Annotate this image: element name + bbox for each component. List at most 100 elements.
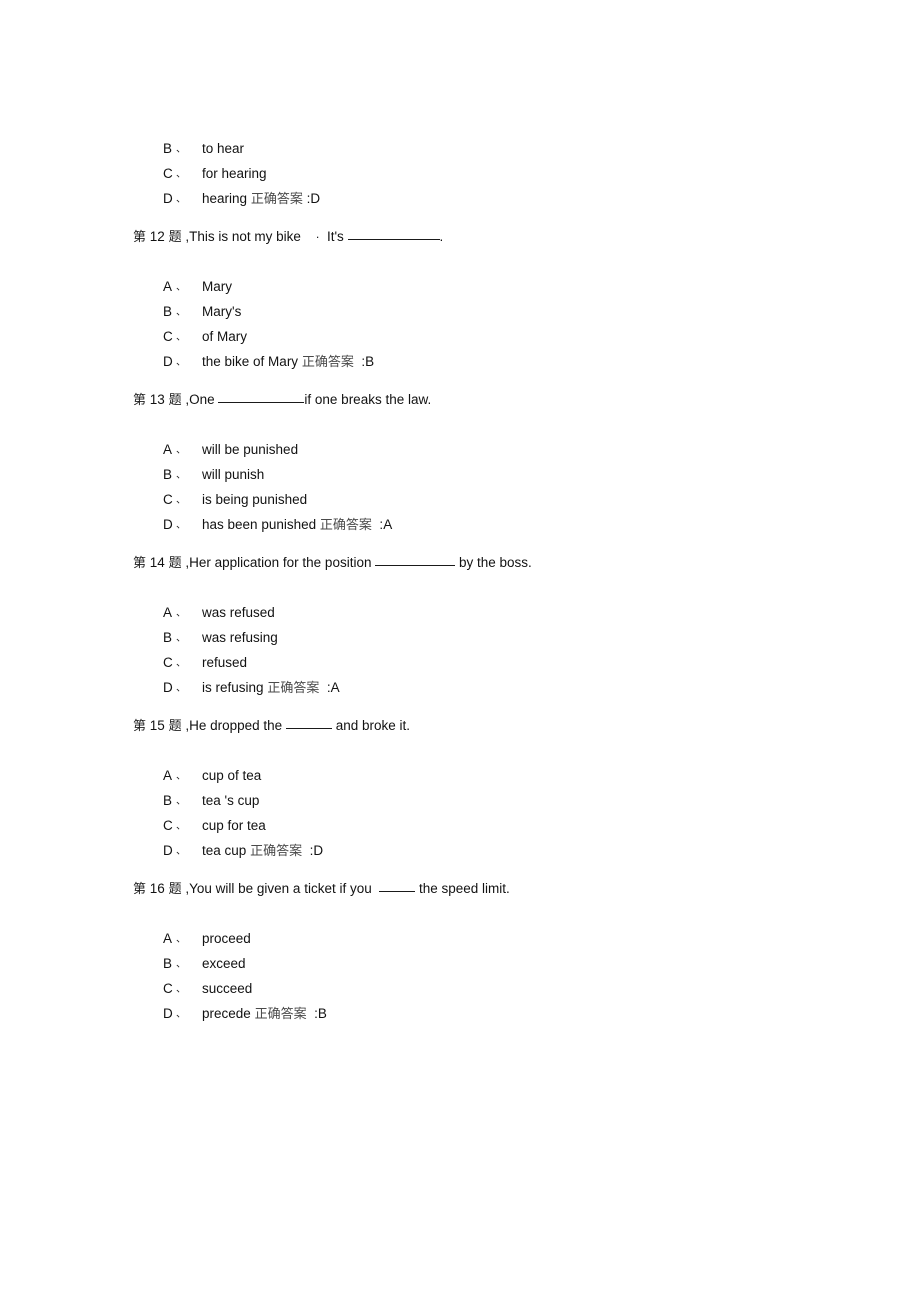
option-letter: B [163, 793, 173, 808]
question-prefix-label: 第 [133, 230, 147, 245]
option-text: cup of tea [202, 768, 262, 783]
option-letter: A [163, 442, 173, 457]
option-separator-mark: 、 [176, 658, 187, 669]
answer-blank [218, 402, 305, 403]
option-text: Mary's [202, 304, 242, 319]
option-text: cup for tea [202, 818, 266, 833]
answer-blank [285, 728, 332, 729]
answer-label: 正确答案 [267, 681, 320, 696]
option-separator-mark: 、 [176, 332, 187, 343]
option-letter: B [163, 304, 173, 319]
option-letter: B [163, 630, 173, 645]
option-text: will be punished [202, 442, 299, 457]
option-text: is refusing [202, 680, 264, 695]
question-number: 12 [149, 229, 165, 244]
option-row: B、 Mary's [133, 274, 833, 319]
option-separator-mark: 、 [176, 470, 187, 481]
option-separator-mark: 、 [176, 984, 187, 995]
option-letter: C [163, 492, 173, 507]
option-row: A、 cup of tea [133, 738, 833, 783]
option-text: exceed [202, 956, 246, 971]
question-prefix-label: 第 [133, 393, 147, 408]
option-text: Mary [202, 279, 233, 294]
question-prefix-label: 第 [133, 719, 147, 734]
option-letter: A [163, 768, 173, 783]
option-letter: A [163, 605, 173, 620]
answer-blank [375, 565, 456, 566]
option-row: A、 proceed [133, 901, 833, 946]
option-row: A、 was refused [133, 575, 833, 620]
option-row: A、 will be punished [133, 412, 833, 457]
option-letter: C [163, 329, 173, 344]
option-letter: C [163, 166, 173, 181]
option-separator-mark: 、 [176, 445, 187, 456]
option-letter: A [163, 931, 173, 946]
answer-label: 正确答案 [301, 355, 354, 370]
option-separator-mark: 、 [176, 495, 187, 506]
option-separator-mark: 、 [176, 169, 187, 180]
answer-label: 正确答案 [319, 518, 372, 533]
document-content: B、 to hear C、 for hearing D、 hearing 正确答案 :… [133, 111, 833, 1022]
option-text: hearing [202, 191, 248, 206]
answer-label: 正确答案 [254, 1007, 307, 1022]
option-text: for hearing [202, 166, 267, 181]
option-letter: B [163, 467, 173, 482]
option-text: of Mary [202, 329, 248, 344]
answer-value: :D [306, 191, 321, 206]
question-stem: 第 13 题 ,One if one breaks the law. [133, 387, 833, 412]
document-page: B、 to hear C、 for hearing D、 hearing 正确答案 :… [0, 0, 920, 1303]
option-separator-mark: 、 [176, 520, 187, 531]
question-block-13: 第 13 题 ,One if one breaks the law. A、 wil… [133, 387, 833, 533]
option-text: succeed [202, 981, 253, 996]
option-letter: C [163, 818, 173, 833]
question-suffix-label: 题 [168, 556, 182, 571]
question-number: 15 [149, 718, 165, 733]
answer-value: :D [309, 843, 324, 858]
continuation-options-block: B、 to hear C、 for hearing D、 hearing 正确答案 :… [133, 111, 833, 207]
answer-value: :B [314, 1006, 327, 1021]
answer-blank [347, 239, 440, 240]
option-letter: B [163, 956, 173, 971]
option-separator-mark: 、 [176, 608, 187, 619]
question-text-tail: and broke it. [331, 718, 410, 733]
option-separator-mark: 、 [176, 282, 187, 293]
option-text: refused [202, 655, 248, 670]
question-prefix-label: 第 [133, 556, 147, 571]
question-text-tail: the speed limit. [415, 881, 510, 896]
option-text: was refusing [202, 630, 278, 645]
option-separator-mark: 、 [176, 357, 187, 368]
answer-value: :A [379, 517, 393, 532]
option-letter: D [163, 1006, 173, 1021]
question-text: ,Her application for the position [185, 555, 372, 570]
option-text: tea 's cup [202, 793, 260, 808]
question-text: ,This is not my bike [185, 229, 301, 244]
question-text-tail: if one breaks the law. [304, 392, 432, 407]
option-separator-mark: 、 [176, 771, 187, 782]
option-letter: C [163, 655, 173, 670]
option-separator-mark: 、 [176, 846, 187, 857]
question-number: 14 [149, 555, 165, 570]
option-separator-mark: 、 [176, 683, 187, 694]
answer-value: :A [326, 680, 340, 695]
option-row: B、 to hear [133, 111, 833, 156]
option-letter: D [163, 517, 173, 532]
option-separator-mark: 、 [176, 633, 187, 644]
middot-separator: · [315, 231, 320, 244]
question-block-15: 第 15 题 ,He dropped the and broke it. A、 c… [133, 713, 833, 859]
option-text: the bike of Mary [202, 354, 299, 369]
answer-label: 正确答案 [250, 192, 303, 207]
question-text: ,One [185, 392, 215, 407]
answer-blank [379, 891, 416, 892]
answer-label: 正确答案 [250, 844, 303, 859]
question-suffix-label: 题 [168, 882, 182, 897]
question-text-tail: by the boss. [455, 555, 532, 570]
option-letter: B [163, 141, 173, 156]
option-separator-mark: 、 [176, 796, 187, 807]
option-separator-mark: 、 [176, 934, 187, 945]
option-separator-mark: 、 [176, 959, 187, 970]
answer-value: :B [361, 354, 375, 369]
option-letter: A [163, 279, 173, 294]
option-text: is being punished [202, 492, 308, 507]
option-separator-mark: 、 [176, 821, 187, 832]
option-letter: D [163, 680, 173, 695]
